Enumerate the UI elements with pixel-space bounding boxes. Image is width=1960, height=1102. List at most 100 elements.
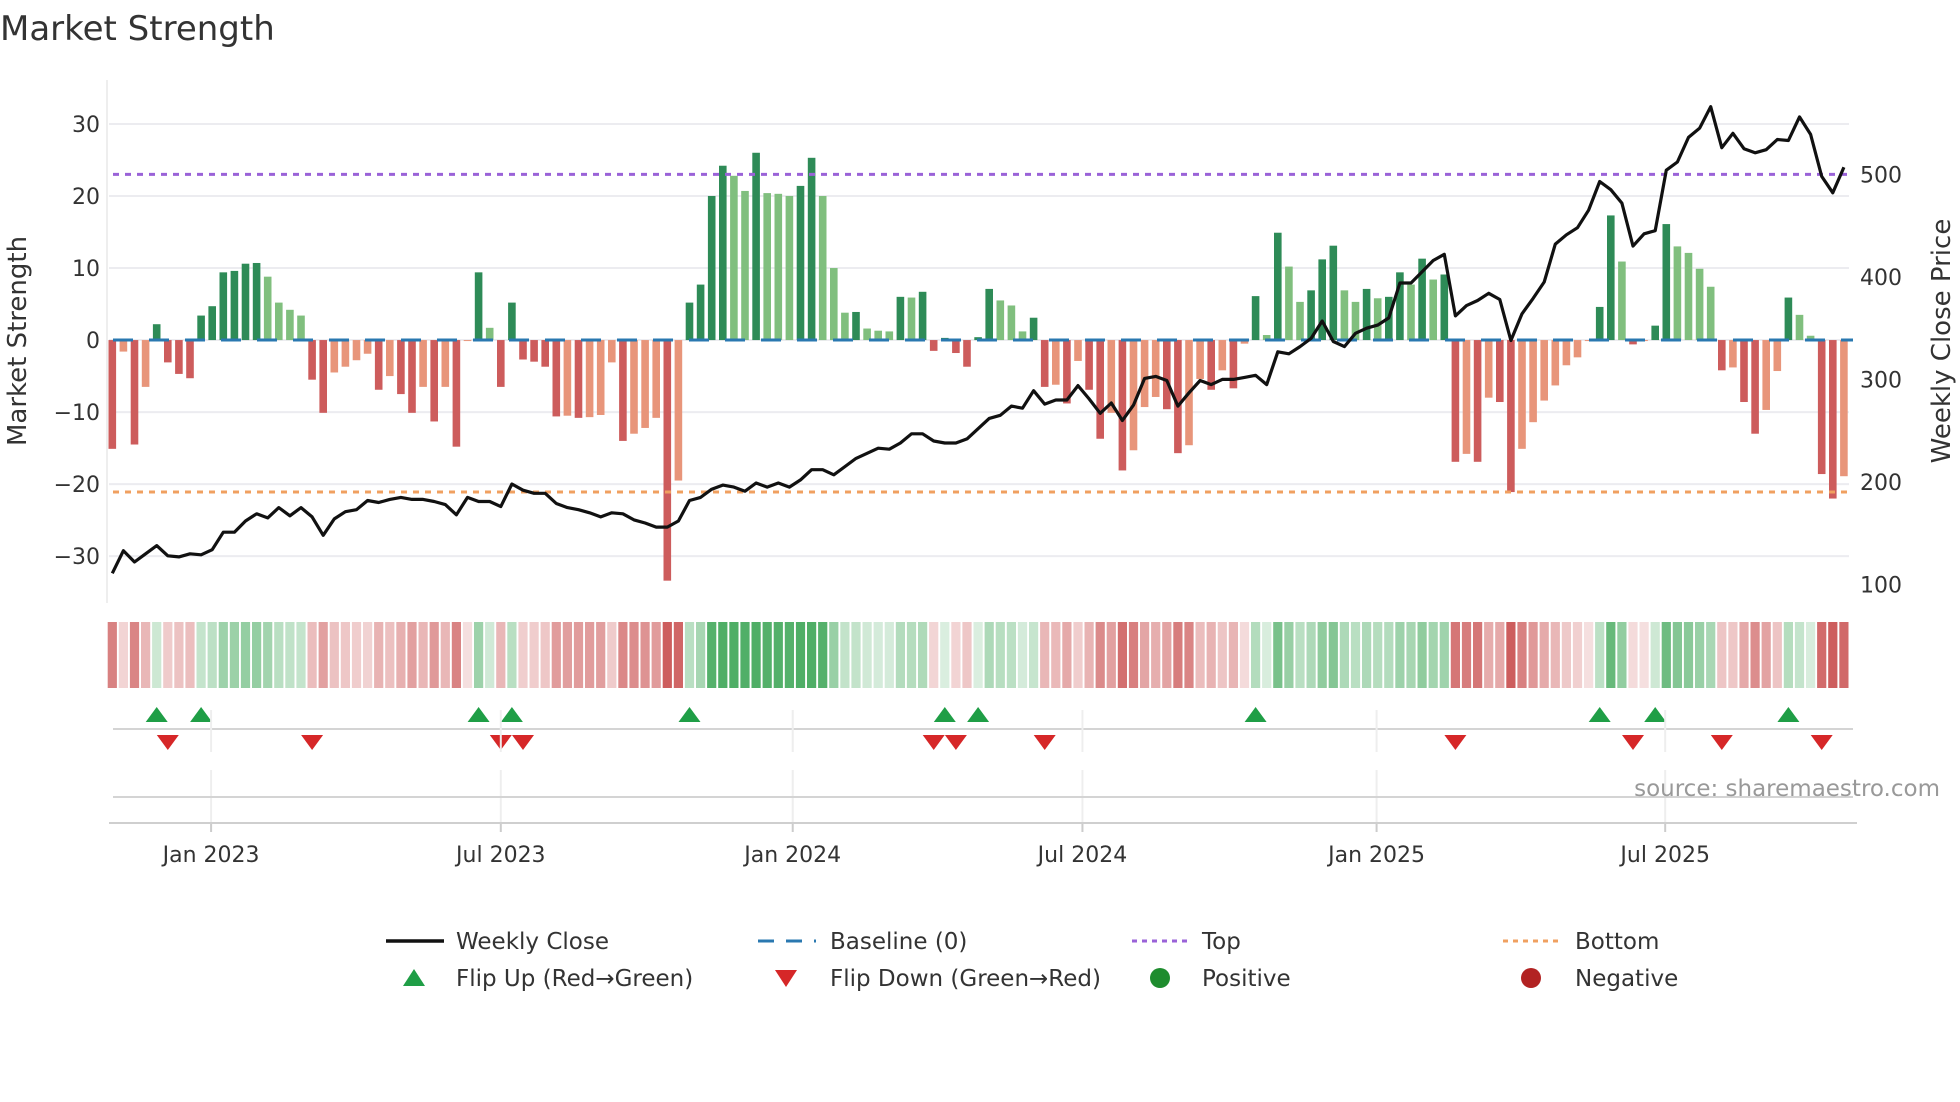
strength-cell <box>1006 622 1016 688</box>
strength-cell <box>1506 622 1516 688</box>
strength-cell <box>1584 622 1594 688</box>
strength-bar <box>785 195 794 341</box>
strength-cell <box>152 622 162 688</box>
strength-bar <box>1040 340 1049 387</box>
market-strength-chart: Market Strength 3020100−10−20−3050040030… <box>0 9 1957 992</box>
strength-cell <box>407 622 417 688</box>
strength-bar <box>1118 340 1127 471</box>
strength-bar <box>419 340 427 387</box>
flip-up-marker <box>467 707 490 722</box>
strength-cell <box>252 622 262 688</box>
strength-bar <box>1329 245 1338 341</box>
strength-bar <box>1251 296 1260 341</box>
strength-bar <box>852 311 860 341</box>
strength-cell <box>1439 622 1449 688</box>
strength-cell <box>684 622 695 688</box>
strength-cell <box>962 622 972 688</box>
strength-cell <box>851 622 861 688</box>
strength-cell <box>696 622 706 688</box>
strength-cell <box>329 622 339 688</box>
strength-bar <box>1429 279 1437 341</box>
strength-cell <box>1806 622 1816 688</box>
flip-up-marker <box>190 707 213 722</box>
strength-heat-strip <box>107 622 1849 688</box>
legend-circle-green-icon <box>1150 968 1170 988</box>
strength-bar <box>1473 340 1482 462</box>
strength-cell <box>218 622 228 688</box>
strength-cell <box>1095 622 1105 688</box>
strength-cell <box>1628 622 1638 688</box>
strength-cell <box>707 622 717 688</box>
strength-cell <box>951 622 961 688</box>
strength-cell <box>873 622 883 688</box>
strength-bar <box>1274 232 1282 341</box>
strength-cell <box>673 622 683 688</box>
legend-label: Flip Down (Green→Red) <box>830 966 1101 992</box>
strength-bar <box>741 190 749 341</box>
strength-bar <box>108 340 117 449</box>
strength-cell <box>229 622 239 688</box>
strength-cell <box>296 622 306 688</box>
strength-cell <box>1706 622 1716 688</box>
strength-bar <box>896 296 905 341</box>
strength-cell <box>1539 622 1549 688</box>
flip-up-marker <box>1244 707 1267 722</box>
strength-cell <box>1073 622 1083 688</box>
strength-cell <box>1350 622 1361 688</box>
strength-cell <box>1683 622 1694 688</box>
legend-triangle-down-icon <box>775 970 797 987</box>
strength-cell <box>1295 622 1305 688</box>
strength-bar <box>1840 340 1848 477</box>
strength-cell <box>1128 622 1139 688</box>
y-tick-label: 20 <box>72 185 100 210</box>
strength-cell <box>129 622 140 688</box>
strength-bar <box>730 175 738 341</box>
strength-cell <box>1495 622 1505 688</box>
flip-up-marker <box>1644 707 1667 722</box>
strength-cell <box>1395 622 1405 688</box>
strength-bar <box>1074 340 1082 361</box>
strength-cell <box>1517 622 1527 688</box>
strength-bar <box>186 340 194 379</box>
strength-bar <box>1795 314 1804 341</box>
strength-bar <box>1507 340 1515 493</box>
strength-cell <box>1151 622 1161 688</box>
strength-cell <box>1117 622 1127 688</box>
strength-cell <box>729 622 739 688</box>
strength-cell <box>507 622 517 688</box>
strength-bar <box>541 340 549 367</box>
strength-bar <box>330 340 339 373</box>
strength-cell <box>1484 622 1494 688</box>
strength-cell <box>795 622 806 688</box>
strength-bar <box>1673 246 1682 341</box>
flip-down-marker <box>944 735 967 750</box>
strength-cell <box>263 622 273 688</box>
strength-bar <box>1618 261 1626 341</box>
strength-bar <box>1595 306 1604 341</box>
reference-lines <box>113 172 1853 494</box>
strength-cell <box>1406 622 1416 688</box>
strength-bar <box>1573 340 1582 358</box>
strength-cell <box>818 622 828 688</box>
strength-bar <box>1695 268 1704 341</box>
strength-cell <box>995 622 1005 688</box>
strength-bar <box>297 315 305 341</box>
strength-bar <box>719 165 727 341</box>
strength-cell <box>1772 622 1782 688</box>
strength-cell <box>740 622 750 688</box>
y-tick-label: 10 <box>72 257 100 282</box>
strength-cell <box>1373 622 1383 688</box>
strength-cell <box>429 622 439 688</box>
strength-bar <box>1340 290 1349 341</box>
strength-cell <box>1661 622 1671 688</box>
strength-cell <box>163 622 173 688</box>
strength-bar <box>963 340 971 367</box>
y-tick-label: 30 <box>72 113 100 138</box>
strength-cell <box>1828 622 1838 688</box>
strength-bar <box>918 291 927 341</box>
strength-cell <box>1017 622 1028 688</box>
strength-cell <box>274 622 284 688</box>
strength-cell <box>496 622 506 688</box>
strength-bar <box>164 340 172 363</box>
strength-bar <box>441 340 450 387</box>
